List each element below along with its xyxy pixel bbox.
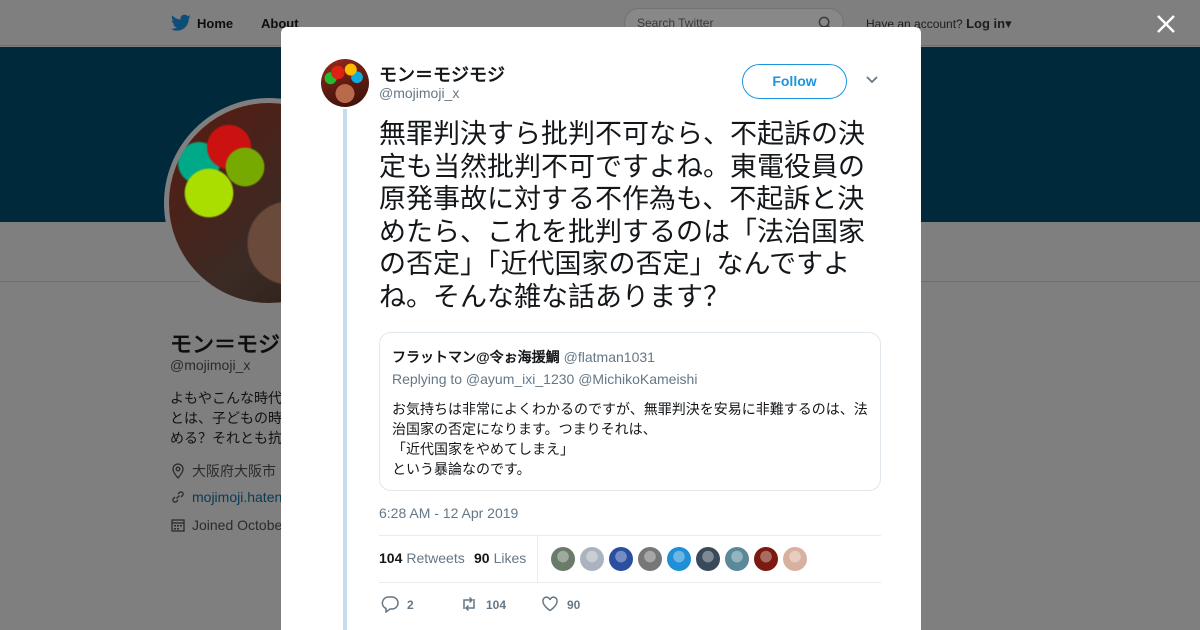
liker-avatar[interactable] bbox=[725, 547, 749, 571]
reply-button[interactable]: 2 bbox=[381, 595, 414, 614]
liker-avatar[interactable] bbox=[638, 547, 662, 571]
heart-icon bbox=[542, 596, 558, 612]
tweet-author-name[interactable]: モン＝モジモジ bbox=[379, 61, 505, 87]
profile-joined: Joined Octobe bbox=[170, 517, 282, 533]
follow-button[interactable]: Follow bbox=[742, 64, 847, 99]
thread-line bbox=[343, 109, 347, 630]
liker-avatar[interactable] bbox=[754, 547, 778, 571]
link-icon bbox=[172, 491, 184, 503]
website-link[interactable]: mojimoji.haten bbox=[192, 489, 282, 505]
calendar-icon bbox=[171, 519, 185, 532]
tweet-actions: 2 104 90 bbox=[379, 595, 881, 617]
likes-count: 90 bbox=[474, 550, 490, 566]
quoted-author-name: フラットマン@令ぉ海援鯛 bbox=[392, 349, 560, 365]
retweet-icon bbox=[463, 596, 475, 612]
retweets-stat[interactable]: 104 Retweets bbox=[379, 550, 465, 566]
liker-avatar[interactable] bbox=[667, 547, 691, 571]
retweet-count: 104 bbox=[486, 598, 507, 612]
retweets-label: Retweets bbox=[406, 550, 465, 566]
quoted-author-handle: @flatman1031 bbox=[563, 349, 655, 365]
chevron-down-icon[interactable] bbox=[865, 75, 879, 85]
quoted-tweet-text: お気持ちは非常によくわかるのですが、無罪判決を安易に非難するのは、法治国家の否定… bbox=[392, 401, 868, 477]
reply-icon bbox=[381, 596, 399, 614]
chevron-down-icon: ▾ bbox=[1005, 16, 1012, 31]
twitter-bird-icon[interactable] bbox=[171, 14, 191, 32]
liker-avatar[interactable] bbox=[551, 547, 575, 571]
likes-label: Likes bbox=[493, 550, 527, 566]
tweet-modal: モン＝モジモジ @mojimoji_x Follow 無罪判決すら批判不可なら、… bbox=[281, 27, 921, 630]
liker-avatar[interactable] bbox=[580, 547, 604, 571]
login-link[interactable]: Log in▾ bbox=[966, 16, 1012, 31]
profile-website[interactable]: mojimoji.haten bbox=[170, 489, 282, 505]
liker-avatar[interactable] bbox=[783, 547, 807, 571]
profile-bio: よもやこんな時代 とは、子どもの時 める？それとも抗 bbox=[170, 390, 282, 446]
reply-count: 2 bbox=[407, 598, 414, 612]
profile-handle[interactable]: @mojimoji_x bbox=[170, 357, 250, 373]
location-pin-icon bbox=[172, 463, 184, 479]
joined-text: Joined Octobe bbox=[192, 517, 283, 533]
tweet-author-handle[interactable]: @mojimoji_x bbox=[379, 85, 459, 101]
quoted-tweet[interactable]: フラットマン@令ぉ海援鯛 @flatman1031 Replying to @ay… bbox=[379, 332, 881, 491]
liker-avatar[interactable] bbox=[609, 547, 633, 571]
likes-stat[interactable]: 90 Likes bbox=[474, 550, 526, 566]
like-button[interactable]: 90 bbox=[541, 595, 580, 613]
profile-location: 大阪府大阪市 bbox=[170, 461, 276, 481]
retweets-count: 104 bbox=[379, 550, 403, 566]
liker-avatar[interactable] bbox=[696, 547, 720, 571]
login-label: Log in bbox=[966, 16, 1006, 31]
retweet-button[interactable]: 104 bbox=[460, 595, 506, 613]
nav-home-link[interactable]: Home bbox=[197, 16, 233, 31]
quoted-replying-to: Replying to @ayum_ixi_1230 @MichikoKamei… bbox=[392, 371, 698, 387]
profile-name: モン＝モジ bbox=[170, 332, 281, 357]
tweet-author-avatar[interactable] bbox=[321, 59, 369, 107]
quoted-tweet-header: フラットマン@令ぉ海援鯛 @flatman1031 bbox=[392, 347, 655, 367]
close-icon[interactable] bbox=[1152, 10, 1180, 38]
location-text: 大阪府大阪市 bbox=[192, 463, 276, 479]
like-count: 90 bbox=[567, 598, 581, 612]
tweet-stats: 104 Retweets 90 Likes bbox=[379, 535, 881, 583]
tweet-timestamp[interactable]: 6:28 AM - 12 Apr 2019 bbox=[379, 505, 518, 521]
tweet-text: 無罪判決すら批判不可なら、不起訴の決定も当然批判不可ですよね。東電役員の原発事故… bbox=[379, 119, 865, 313]
stats-divider bbox=[537, 536, 538, 583]
